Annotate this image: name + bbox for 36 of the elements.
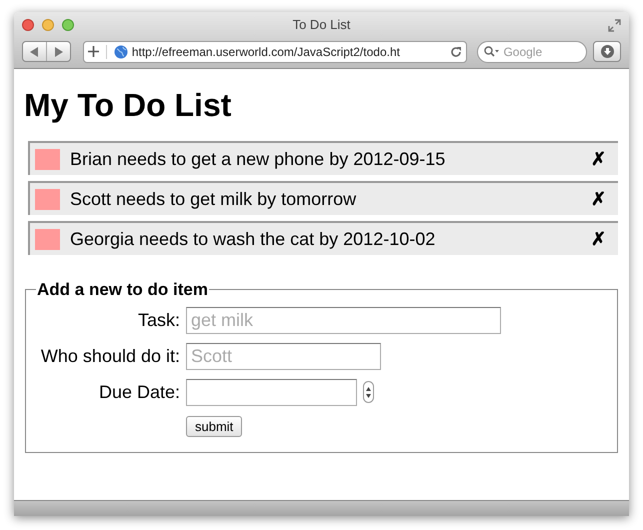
download-icon <box>600 45 614 58</box>
item-color-square <box>35 228 60 250</box>
text-field[interactable]: Scott <box>186 342 381 370</box>
item-text: Brian needs to get a new phone by 2012-09-15 <box>70 148 446 171</box>
address-bar[interactable]: http://efreeman.userworld.com/JavaScript2/todo.ht <box>82 40 468 62</box>
item-color-square <box>35 148 60 170</box>
back-forward-buttons[interactable] <box>22 41 71 62</box>
delete-button[interactable]: ✗ <box>591 186 606 212</box>
reload-icon[interactable] <box>450 46 462 58</box>
item-color-square <box>35 188 60 210</box>
down-arrow-icon <box>366 394 371 398</box>
downloads-button[interactable] <box>593 41 621 62</box>
field-label: Who should do it: <box>40 344 181 368</box>
url-text: http://efreeman.userworld.com/JavaScript2/todo.ht <box>132 44 400 60</box>
date-field[interactable] <box>186 378 357 406</box>
globe-icon <box>114 44 128 58</box>
page-heading: My To Do List <box>24 89 232 121</box>
up-arrow-icon <box>366 386 371 390</box>
text-field[interactable]: get milk <box>186 306 501 334</box>
delete-button[interactable]: ✗ <box>591 226 606 252</box>
form-legend: Add a new to do item <box>36 277 209 302</box>
item-text: Scott needs to get milk by tomorrow <box>70 188 356 211</box>
delete-button[interactable]: ✗ <box>591 146 606 172</box>
back-icon[interactable] <box>30 46 39 56</box>
window-title: To Do List <box>292 16 350 34</box>
item-text: Georgia needs to wash the cat by 2012-10-02 <box>70 228 436 251</box>
field-label: Task: <box>136 308 181 332</box>
submit-button[interactable]: submit <box>186 416 242 436</box>
stepper-control[interactable] <box>363 381 374 403</box>
field-label: Due Date: <box>98 380 181 404</box>
search-icon <box>484 46 500 57</box>
zoom-button[interactable] <box>62 19 74 31</box>
close-button[interactable] <box>22 19 34 31</box>
fullscreen-icon[interactable] <box>608 18 621 32</box>
plus-icon[interactable] <box>88 46 99 57</box>
forward-icon[interactable] <box>54 46 63 56</box>
